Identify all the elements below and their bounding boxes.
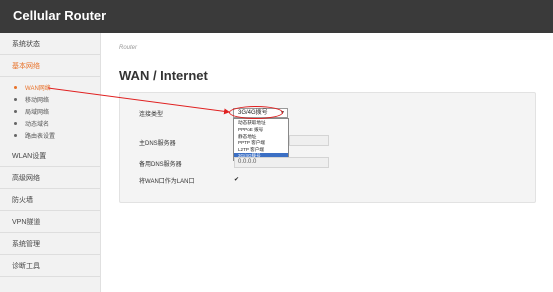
wan-settings-panel (119, 92, 536, 203)
annotation-ellipse (229, 106, 283, 119)
connection-type-label: 连接类型 (139, 112, 164, 118)
primary-dns-label: 主DNS服务器 (139, 141, 176, 147)
sidebar-item-wlan[interactable]: WLAN设置 (0, 145, 100, 167)
sidebar-item-label: 系统管理 (12, 241, 40, 248)
sidebar-item-label: VPN隧道 (12, 219, 41, 226)
bullet-icon (14, 98, 17, 101)
secondary-dns-label: 备用DNS服务器 (139, 162, 182, 168)
sidebar-item-label: WLAN设置 (12, 153, 47, 160)
secondary-dns-input[interactable]: 0.0.0.0 (234, 157, 329, 168)
sidebar-item-vpn[interactable]: VPN隧道 (0, 211, 100, 233)
sidebar-item-advanced-network[interactable]: 高级网络 (0, 167, 100, 189)
connection-type-dropdown: 动态获取地址 PPPoE 拨号 静态地址 PPTP 客户端 L2TP 客户端 3… (233, 118, 289, 161)
sidebar-item-label: 高级网络 (12, 175, 40, 182)
wan-as-lan-label: 将WAN口作为LAN口 (139, 179, 195, 185)
sidebar-item-system-admin[interactable]: 系统管理 (0, 233, 100, 255)
brand-title: Cellular Router (13, 8, 107, 23)
sidebar-item-diagnostics[interactable]: 诊断工具 (0, 255, 100, 277)
sidebar-item-label: 诊断工具 (12, 263, 40, 270)
sidebar-item-label: 系统状态 (12, 41, 40, 48)
top-bar: Cellular Router (0, 0, 553, 33)
dropdown-option[interactable]: 动态获取地址 (234, 120, 288, 126)
bullet-icon (14, 134, 17, 137)
bullet-icon (14, 86, 17, 89)
sidebar-item-label: 防火墙 (12, 197, 33, 204)
dropdown-option[interactable]: PPTP 客户端 (234, 140, 288, 146)
sidebar: 系统状态 基本网络 WAN网络 移动网络 局域网络 动态域名 路由表设置 WLA… (0, 33, 101, 292)
sidebar-item-basic-network[interactable]: 基本网络 (0, 55, 100, 77)
bullet-icon (14, 122, 17, 125)
wan-as-lan-checkbox[interactable]: ✔ (234, 177, 240, 183)
breadcrumb[interactable]: Router (119, 45, 137, 51)
sidebar-item-firewall[interactable]: 防火墙 (0, 189, 100, 211)
bullet-icon (14, 110, 17, 113)
primary-dns-input[interactable] (289, 135, 329, 146)
sidebar-item-label: 基本网络 (12, 63, 40, 70)
sidebar-item-system-status[interactable]: 系统状态 (0, 33, 100, 55)
page-title: WAN / Internet (119, 68, 208, 83)
dropdown-option[interactable]: PPPoE 拨号 (234, 127, 288, 133)
